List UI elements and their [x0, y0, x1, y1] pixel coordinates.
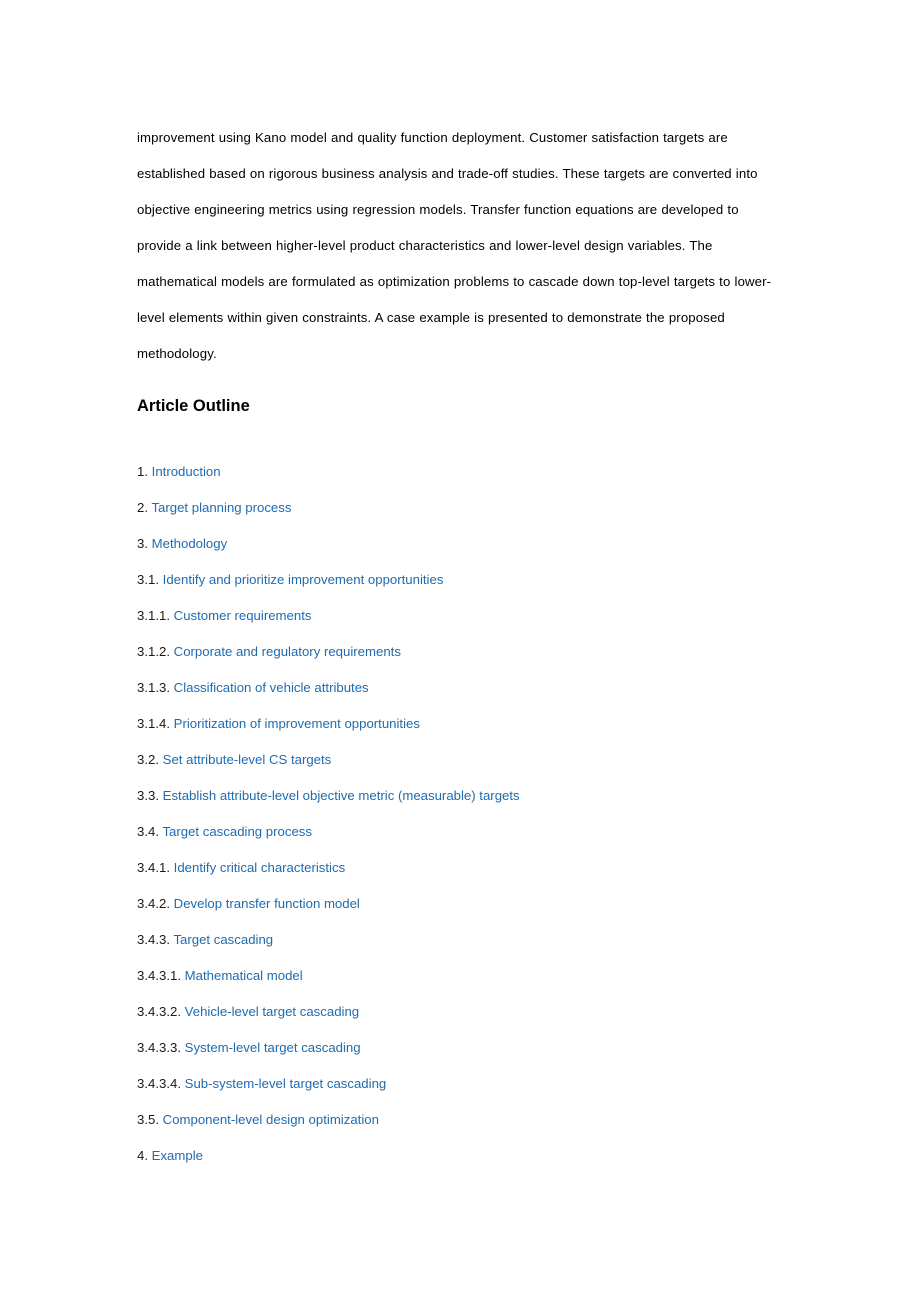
list-item: 3.1.2. Corporate and regulatory requirem… — [137, 634, 785, 670]
outline-item-link[interactable]: Vehicle-level target cascading — [185, 1004, 359, 1019]
list-item: 3.4.3.1. Mathematical model — [137, 958, 785, 994]
outline-item-link[interactable]: Identify critical characteristics — [174, 860, 346, 875]
list-item: 3.4.3.2. Vehicle-level target cascading — [137, 994, 785, 1030]
list-item: 3.2. Set attribute-level CS targets — [137, 742, 785, 778]
outline-item-link[interactable]: Develop transfer function model — [174, 896, 360, 911]
document-content: improvement using Kano model and quality… — [137, 120, 785, 1163]
outline-item-number: 3.4.3.4. — [137, 1076, 181, 1091]
outline-item-number: 3.2. — [137, 752, 159, 767]
outline-item-link[interactable]: System-level target cascading — [185, 1040, 361, 1055]
list-item: 3.4.3.4. Sub-system-level target cascadi… — [137, 1066, 785, 1102]
outline-item-link[interactable]: Mathematical model — [185, 968, 303, 983]
list-item: 2. Target planning process — [137, 490, 785, 526]
outline-item-number: 3.1.3. — [137, 680, 170, 695]
outline-item-number: 3.4.1. — [137, 860, 170, 875]
outline-item-link[interactable]: Introduction — [152, 464, 221, 479]
list-item: 3.3. Establish attribute-level objective… — [137, 778, 785, 814]
list-item: 3.4.3.3. System-level target cascading — [137, 1030, 785, 1066]
outline-item-number: 3.1.1. — [137, 608, 170, 623]
outline-item-link[interactable]: Classification of vehicle attributes — [174, 680, 369, 695]
outline-item-number: 3.3. — [137, 788, 159, 803]
outline-item-link[interactable]: Target cascading — [173, 932, 273, 947]
outline-item-link[interactable]: Methodology — [152, 536, 228, 551]
outline-item-number: 3.4.3.3. — [137, 1040, 181, 1055]
document-page: improvement using Kano model and quality… — [0, 0, 920, 1302]
outline-item-link[interactable]: Corporate and regulatory requirements — [174, 644, 401, 659]
outline-item-number: 3.4.2. — [137, 896, 170, 911]
list-item: 3.5. Component-level design optimization — [137, 1102, 785, 1138]
outline-item-number: 3.4.3. — [137, 932, 170, 947]
outline-item-link[interactable]: Example — [152, 1148, 203, 1163]
outline-item-number: 4. — [137, 1148, 148, 1163]
article-outline-list: 1. Introduction 2. Target planning proces… — [137, 454, 785, 1174]
outline-item-number: 3.1.4. — [137, 716, 170, 731]
outline-item-number: 3.5. — [137, 1112, 159, 1127]
list-item: 3.1.3. Classification of vehicle attribu… — [137, 670, 785, 706]
outline-item-link[interactable]: Sub-system-level target cascading — [185, 1076, 387, 1091]
list-item: 3.4.2. Develop transfer function model — [137, 886, 785, 922]
list-item: 3.4. Target cascading process — [137, 814, 785, 850]
outline-item-number: 3.1.2. — [137, 644, 170, 659]
list-item: 3.1.1. Customer requirements — [137, 598, 785, 634]
list-item: 3.1.4. Prioritization of improvement opp… — [137, 706, 785, 742]
outline-item-link[interactable]: Component-level design optimization — [163, 1112, 379, 1127]
list-item: 3. Methodology — [137, 526, 785, 562]
outline-item-number: 3. — [137, 536, 148, 551]
page-title: Article Outline — [137, 397, 250, 415]
outline-item-link[interactable]: Target planning process — [151, 500, 291, 515]
outline-item-number: 3.4.3.1. — [137, 968, 181, 983]
outline-item-number: 2. — [137, 500, 148, 515]
outline-item-link[interactable]: Target cascading process — [162, 824, 312, 839]
outline-item-link[interactable]: Set attribute-level CS targets — [163, 752, 332, 767]
list-item: 3.4.3. Target cascading — [137, 922, 785, 958]
outline-item-link[interactable]: Establish attribute-level objective metr… — [163, 788, 520, 803]
outline-item-link[interactable]: Customer requirements — [174, 608, 312, 623]
outline-item-number: 3.4. — [137, 824, 159, 839]
outline-item-link[interactable]: Identify and prioritize improvement oppo… — [163, 572, 444, 587]
list-item: 4. Example — [137, 1138, 785, 1174]
list-item: 3.4.1. Identify critical characteristics — [137, 850, 785, 886]
list-item: 1. Introduction — [137, 454, 785, 490]
outline-item-number: 3.4.3.2. — [137, 1004, 181, 1019]
outline-item-number: 1. — [137, 464, 148, 479]
outline-item-number: 3.1. — [137, 572, 159, 587]
list-item: 3.1. Identify and prioritize improvement… — [137, 562, 785, 598]
outline-item-link[interactable]: Prioritization of improvement opportunit… — [174, 716, 420, 731]
abstract-paragraph: improvement using Kano model and quality… — [137, 130, 772, 361]
